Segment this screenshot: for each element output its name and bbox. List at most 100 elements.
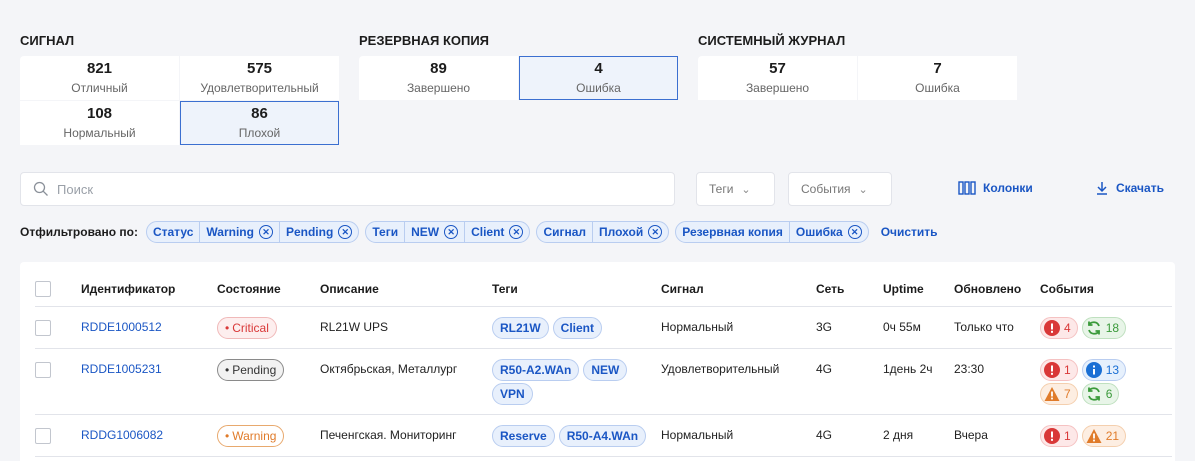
event-count: 1 — [1064, 428, 1071, 443]
column-header[interactable]: Сеть — [816, 272, 883, 307]
event-badge[interactable]: 6 — [1081, 382, 1120, 405]
signal-value: Нормальный — [661, 319, 734, 334]
event-count: 13 — [1105, 362, 1120, 377]
download-label: Скачать — [1116, 181, 1164, 195]
event-badge[interactable]: 7 — [1040, 382, 1078, 405]
filter-value-label: Плохой — [599, 225, 644, 239]
column-header[interactable]: Описание — [320, 272, 492, 307]
stat-tile[interactable]: 108 Нормальный — [20, 101, 179, 145]
filter-chip-group: Статус Warning ✕ Pending ✕ — [145, 221, 360, 243]
columns-label: Колонки — [983, 181, 1033, 195]
tag-chip[interactable]: NEW — [583, 358, 628, 381]
stat-tile[interactable]: 57 Завершено — [698, 56, 857, 100]
filter-value-label: Pending — [285, 225, 334, 239]
event-badge[interactable]: 1 — [1040, 358, 1078, 381]
table-row: RDDE1000512 • Critical RL21W UPS RL21W Client… — [35, 306, 1172, 349]
tag-chip[interactable]: RL21W — [492, 316, 549, 339]
events-dropdown[interactable]: События ⌄ — [788, 172, 892, 206]
info-icon — [1085, 361, 1102, 378]
filter-name[interactable]: Статус — [147, 222, 199, 242]
columns-button[interactable]: Колонки — [958, 181, 1033, 195]
table-row: RDDE1005231 • Pending Октябрьская, Металлур… — [35, 348, 1172, 415]
status-label: Warning — [232, 428, 277, 443]
close-icon[interactable]: ✕ — [847, 225, 862, 239]
filter-value: Плохой ✕ — [592, 222, 668, 242]
tag-chip[interactable]: Reserve — [492, 424, 555, 447]
filter-value: NEW ✕ — [404, 222, 464, 242]
clear-filters-button[interactable]: Очистить — [881, 225, 938, 239]
filter-name[interactable]: Сигнал — [537, 222, 592, 242]
stat-value: 821 — [86, 60, 113, 77]
stat-tile[interactable]: 86 Плохой — [180, 101, 339, 145]
stat-tile[interactable]: 821 Отличный — [20, 56, 179, 100]
row-checkbox[interactable] — [35, 427, 51, 444]
device-id-link[interactable]: RDDE1005231 — [81, 362, 162, 376]
stat-label: Удовлетворительный — [200, 81, 319, 95]
stat-value: 89 — [430, 60, 447, 77]
status-dot-icon: • — [225, 428, 230, 443]
filter-name[interactable]: Теги — [366, 222, 404, 242]
event-badge[interactable]: 4 — [1040, 316, 1078, 339]
status-badge: • Critical — [217, 316, 277, 339]
event-badge[interactable]: 13 — [1081, 358, 1127, 381]
stat-tile[interactable]: 89 Завершено — [359, 56, 518, 100]
search-input[interactable] — [57, 181, 637, 197]
tags-dropdown[interactable]: Теги ⌄ — [696, 172, 775, 206]
close-icon[interactable]: ✕ — [648, 225, 663, 239]
column-header[interactable]: Сигнал — [661, 272, 816, 307]
filter-name[interactable]: Резервная копия — [676, 222, 789, 242]
event-count: 4 — [1064, 320, 1071, 335]
device-id-link[interactable]: RDDE1000512 — [81, 320, 162, 334]
event-badge[interactable]: 21 — [1081, 424, 1127, 447]
stat-value: 4 — [594, 60, 603, 77]
close-icon[interactable]: ✕ — [444, 225, 459, 239]
signal-value: Нормальный — [661, 427, 734, 442]
sync-icon — [1086, 386, 1102, 402]
network-value: 4G — [816, 427, 833, 442]
event-badge[interactable]: 18 — [1081, 316, 1127, 339]
filter-value-label: Ошибка — [795, 225, 843, 239]
column-header[interactable]: Обновлено — [954, 272, 1040, 307]
description: RL21W UPS — [320, 319, 389, 334]
row-checkbox[interactable] — [35, 319, 51, 336]
tag-chip[interactable]: VPN — [492, 382, 533, 405]
filter-value: Pending ✕ — [278, 222, 358, 242]
stat-tile[interactable]: 7 Ошибка — [858, 56, 1017, 100]
filters-label: Отфильтровано по: — [20, 225, 138, 239]
stat-value: 7 — [933, 60, 942, 77]
sync-icon — [1086, 320, 1102, 336]
tag-chip[interactable]: R50-A4.WAn — [558, 424, 647, 447]
stat-label: Завершено — [406, 81, 471, 95]
event-count: 6 — [1105, 386, 1113, 401]
warning-icon — [1086, 428, 1102, 444]
event-count: 1 — [1064, 362, 1071, 377]
search-box[interactable] — [20, 172, 675, 206]
column-header[interactable]: Состояние — [217, 272, 320, 307]
close-icon[interactable]: ✕ — [258, 225, 273, 239]
select-all-checkbox[interactable] — [35, 280, 51, 297]
status-label: Critical — [232, 320, 269, 335]
stat-group-backup: РЕЗЕРВНАЯ КОПИЯ 89 Завершено 4 Ошибка — [359, 32, 678, 145]
toolbar: Теги ⌄ События ⌄ Колонки Скачать — [20, 172, 1175, 206]
tag-chip[interactable]: R50-A2.WAn — [492, 358, 580, 381]
column-header[interactable]: Теги — [492, 272, 661, 307]
column-header[interactable]: События — [1040, 272, 1172, 307]
close-icon[interactable]: ✕ — [338, 225, 353, 239]
devices-table-card: Идентификатор Состояние Описание Теги Сигнал… — [20, 262, 1175, 461]
stat-value: 86 — [251, 105, 268, 122]
device-id-link[interactable]: RDDG1006082 — [81, 428, 163, 442]
download-button[interactable]: Скачать — [1095, 181, 1164, 195]
filter-value: Ошибка ✕ — [788, 222, 868, 242]
description: Печенгская. Мониторинг — [320, 427, 457, 442]
close-icon[interactable]: ✕ — [509, 225, 524, 239]
stat-tile[interactable]: 4 Ошибка — [519, 56, 678, 100]
search-icon — [33, 181, 48, 196]
event-count: 7 — [1064, 386, 1071, 401]
row-checkbox[interactable] — [35, 361, 51, 378]
tag-chip[interactable]: Client — [552, 316, 603, 339]
uptime-value: 0ч 55м — [883, 319, 921, 334]
event-badge[interactable]: 1 — [1040, 424, 1078, 447]
column-header[interactable]: Uptime — [883, 272, 954, 307]
stat-tile[interactable]: 575 Удовлетворительный — [180, 56, 339, 100]
column-header[interactable]: Идентификатор — [81, 272, 217, 307]
